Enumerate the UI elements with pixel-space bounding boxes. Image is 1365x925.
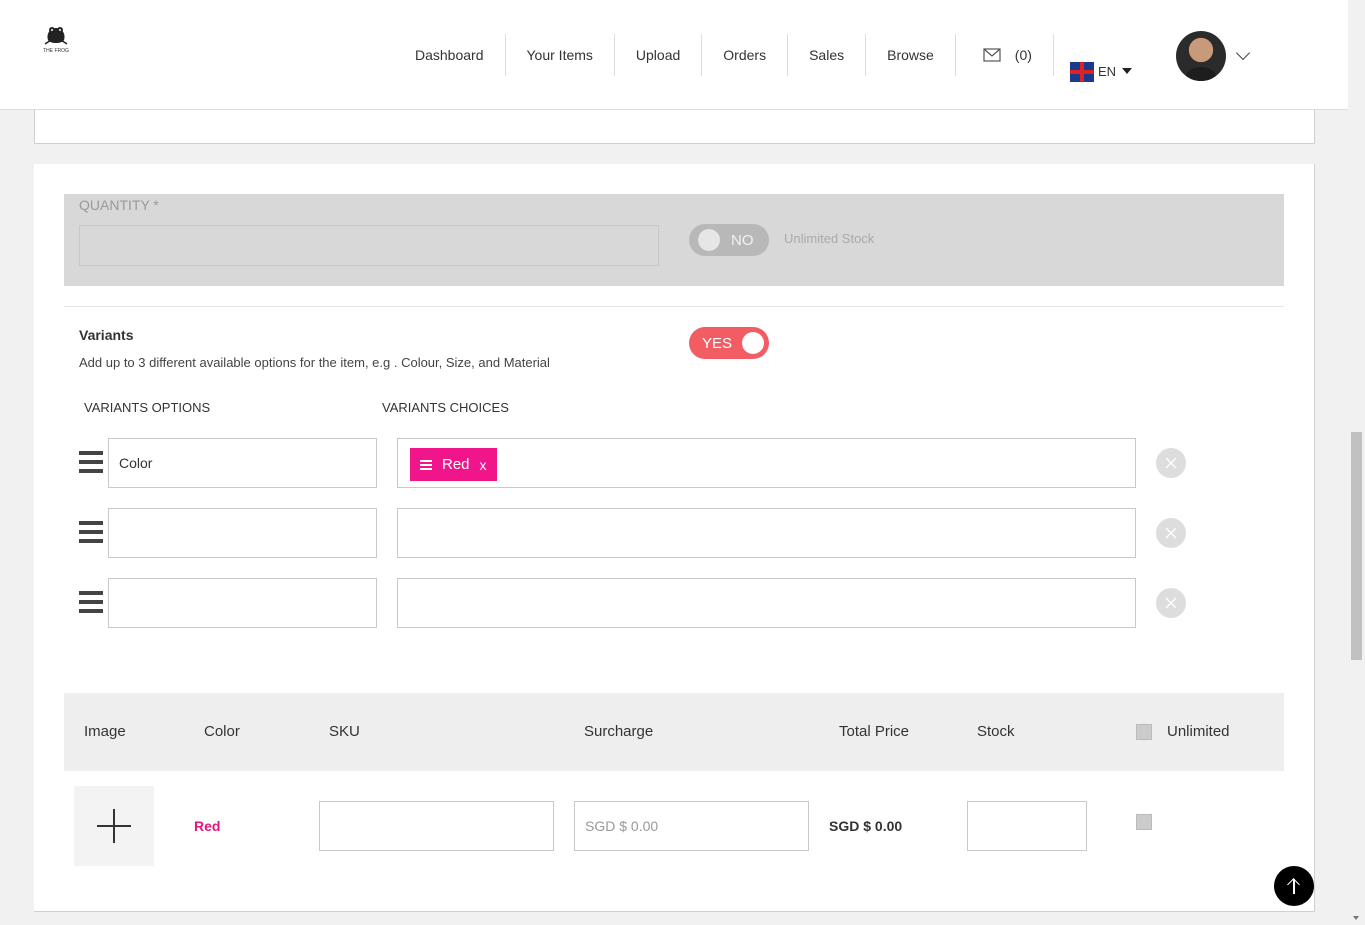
frog-logo[interactable]: THE FROG (42, 22, 70, 56)
main-nav: Dashboard Your Items Upload Orders Sales… (394, 34, 1054, 76)
variant-option-input[interactable] (108, 508, 377, 558)
variant-row (79, 508, 1189, 558)
envelope-icon (983, 48, 1001, 62)
nav-upload[interactable]: Upload (615, 34, 703, 76)
close-icon (1165, 457, 1177, 469)
toggle-knob (742, 332, 764, 354)
previous-section-card (34, 108, 1315, 144)
column-image: Image (84, 723, 126, 740)
nav-browse[interactable]: Browse (866, 34, 956, 76)
back-to-top-button[interactable] (1274, 866, 1314, 906)
remove-variant-button[interactable] (1156, 448, 1186, 478)
top-header: THE FROG Dashboard Your Items Upload Ord… (0, 0, 1348, 110)
variant-row: Color Red x (79, 438, 1189, 488)
chevron-down-icon[interactable] (1235, 45, 1251, 61)
variant-choice-chip[interactable]: Red x (410, 448, 497, 481)
uk-flag-icon (1070, 62, 1094, 82)
quantity-input[interactable] (79, 225, 659, 266)
variant-option-input[interactable] (108, 578, 377, 628)
drag-handle-icon[interactable] (79, 591, 103, 613)
unlimited-stock-toggle[interactable]: NO (689, 224, 769, 256)
add-image-button[interactable] (74, 786, 154, 866)
language-selector[interactable]: EN (1070, 60, 1133, 82)
variant-option-input[interactable]: Color (108, 438, 377, 488)
total-price-value: SGD $ 0.00 (829, 818, 903, 834)
item-form-card: QUANTITY * NO Unlimited Stock Variants A… (34, 164, 1315, 912)
page-scrollbar[interactable] (1348, 0, 1365, 925)
unlimited-checkbox[interactable] (1136, 814, 1152, 830)
language-label: EN (1098, 63, 1117, 79)
unlimited-all-checkbox[interactable] (1136, 724, 1152, 740)
nav-sales[interactable]: Sales (788, 34, 867, 76)
variants-description: Add up to 3 different available options … (79, 355, 550, 370)
drag-handle-icon[interactable] (79, 521, 103, 543)
toggle-label: YES (702, 335, 733, 352)
drag-handle-icon[interactable] (420, 458, 432, 472)
column-total-price: Total Price (839, 723, 910, 740)
variant-choices-input[interactable]: Red x (397, 438, 1136, 488)
drag-handle-icon[interactable] (79, 451, 103, 473)
frog-logo-icon (44, 27, 68, 45)
quantity-section: QUANTITY * NO Unlimited Stock (64, 194, 1284, 286)
variant-choices-input[interactable] (397, 578, 1136, 628)
section-divider (64, 306, 1284, 307)
variants-title: Variants (79, 327, 134, 343)
column-stock: Stock (977, 723, 1015, 740)
variants-choices-header: VARIANTS CHOICES (382, 400, 509, 415)
remove-variant-button[interactable] (1156, 518, 1186, 548)
close-icon (1165, 597, 1177, 609)
logo-text: THE FROG (43, 48, 69, 54)
table-row: Red SGD $ 0.00 SGD $ 0.00 (64, 771, 1284, 891)
scrollbar-thumb[interactable] (1351, 432, 1362, 660)
sku-input[interactable] (319, 801, 554, 851)
close-icon (1165, 527, 1177, 539)
variant-row (79, 578, 1189, 628)
toggle-knob (698, 229, 720, 251)
nav-dashboard[interactable]: Dashboard (394, 34, 506, 76)
variant-choices-input[interactable] (397, 508, 1136, 558)
variants-toggle[interactable]: YES (689, 327, 769, 359)
nav-messages[interactable]: (0) (956, 34, 1054, 76)
variants-options-header: VARIANTS OPTIONS (84, 400, 211, 415)
column-sku: SKU (329, 723, 360, 740)
arrow-up-head (1287, 878, 1300, 891)
user-avatar[interactable] (1176, 31, 1226, 81)
messages-count: (0) (1014, 47, 1032, 63)
variants-table-header: Image Color SKU Surcharge Total Price St… (64, 693, 1284, 771)
toggle-label: NO (731, 232, 754, 249)
column-surcharge: Surcharge (584, 723, 654, 740)
column-color: Color (204, 723, 240, 740)
surcharge-input[interactable]: SGD $ 0.00 (574, 801, 809, 851)
variant-color-value: Red (194, 818, 221, 834)
nav-orders[interactable]: Orders (702, 34, 789, 76)
remove-variant-button[interactable] (1156, 588, 1186, 618)
chip-remove-button[interactable]: x (480, 457, 487, 473)
nav-your-items[interactable]: Your Items (506, 34, 615, 76)
scroll-down-icon[interactable] (1353, 916, 1359, 920)
caret-down-icon (1122, 68, 1133, 74)
chip-label: Red (442, 456, 470, 473)
unlimited-stock-label: Unlimited Stock (784, 231, 875, 246)
column-unlimited: Unlimited (1167, 723, 1230, 740)
stock-input[interactable] (967, 801, 1087, 851)
quantity-label: QUANTITY * (79, 197, 159, 213)
